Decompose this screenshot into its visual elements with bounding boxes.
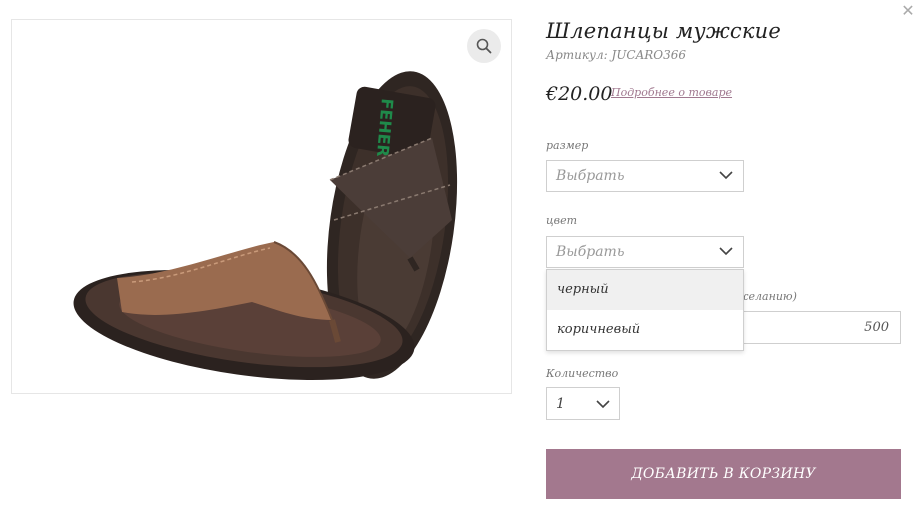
product-image: FEHER	[73, 71, 458, 380]
color-option-black[interactable]: черный	[547, 270, 743, 310]
add-to-cart-button[interactable]: ДОБАВИТЬ В КОРЗИНУ	[546, 449, 901, 499]
product-sku: Артикул: JUCARO366	[546, 48, 687, 62]
custom-number-input[interactable]: 500	[740, 311, 901, 344]
quantity-select[interactable]: 1	[546, 387, 620, 420]
chevron-down-icon	[596, 400, 610, 409]
zoom-button[interactable]	[467, 29, 501, 63]
color-label: цвет	[546, 214, 578, 227]
product-details-link[interactable]: Подробнее о товаре	[611, 86, 732, 99]
magnifier-icon	[476, 38, 492, 54]
custom-number-value: 500	[864, 320, 889, 335]
color-option-brown[interactable]: коричневый	[547, 310, 743, 350]
quantity-label: Количество	[546, 367, 619, 380]
size-label: размер	[546, 139, 589, 152]
size-select[interactable]: Выбрать	[546, 160, 744, 192]
product-price: €20.00	[546, 83, 613, 105]
close-icon[interactable]: ✕	[900, 3, 916, 19]
custom-field-label: желанию)	[736, 290, 797, 303]
chevron-down-icon	[719, 247, 733, 256]
product-image-frame: FEHER	[11, 19, 512, 394]
color-select-value: Выбрать	[556, 244, 625, 260]
size-select-value: Выбрать	[556, 168, 625, 184]
color-select[interactable]: Выбрать	[546, 236, 744, 268]
product-title: Шлепанцы мужские	[546, 19, 781, 43]
color-dropdown-list: черный коричневый	[546, 269, 744, 351]
quantity-value: 1	[556, 396, 565, 412]
chevron-down-icon	[719, 171, 733, 180]
